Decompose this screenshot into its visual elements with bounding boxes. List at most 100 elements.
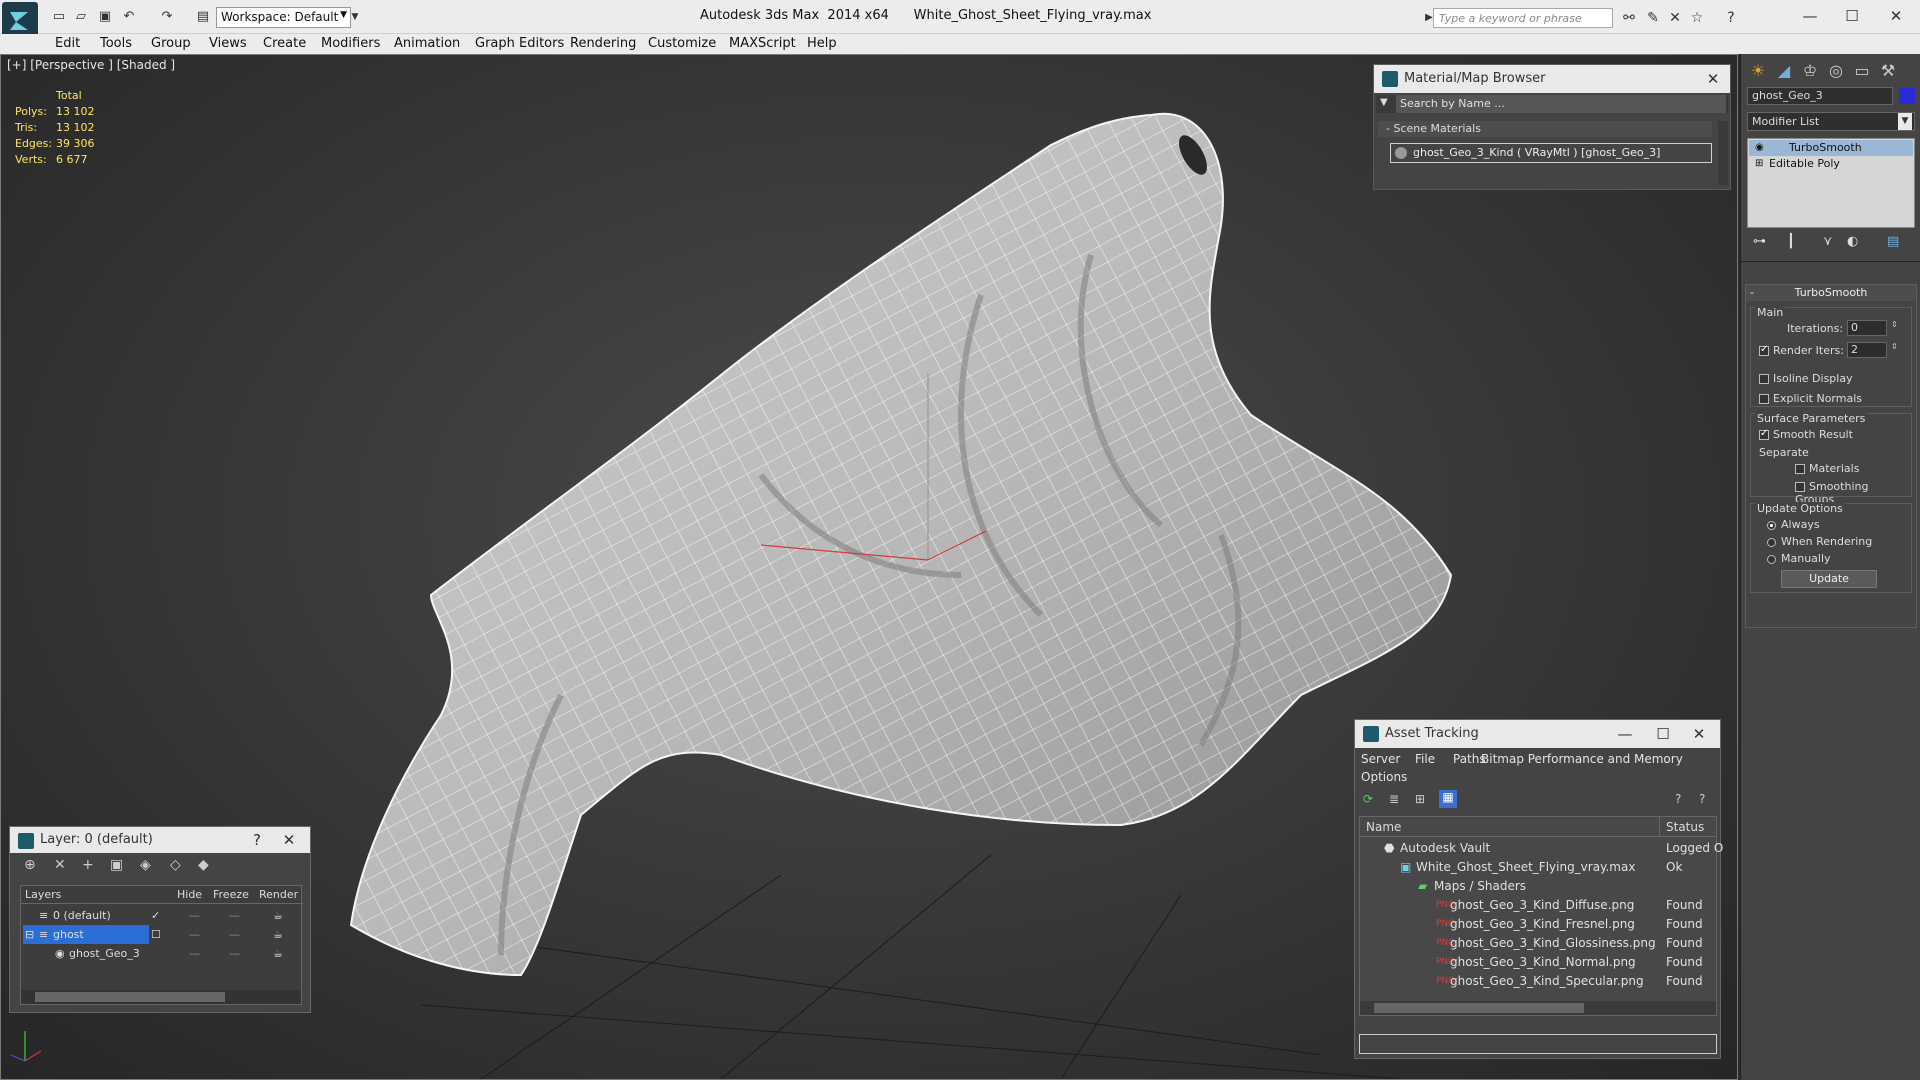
communication-center-icon[interactable]: ✎ [1644, 9, 1662, 27]
chevron-down-icon[interactable]: ▼ [1380, 97, 1388, 108]
tree-view-icon[interactable]: ⊞ [1415, 792, 1429, 806]
modify-tab-icon[interactable]: ◢ [1771, 58, 1797, 84]
bulb-icon[interactable]: ◉ [1755, 140, 1764, 156]
smooth-result-row[interactable]: Smooth Result [1759, 428, 1853, 441]
redo-icon[interactable]: ↷ [158, 8, 176, 26]
highlight-layer-icon[interactable]: ◈ [140, 857, 151, 873]
manually-row[interactable]: Manually [1767, 552, 1831, 565]
table-row[interactable]: PNG ghost_Geo_3_Kind_Fresnel.png Found [1360, 915, 1716, 934]
render-teapot-icon[interactable]: ☕ [273, 906, 283, 925]
col-render[interactable]: Render [259, 886, 298, 904]
render-teapot-icon[interactable]: ☕ [273, 944, 283, 963]
table-row[interactable]: PNG ghost_Geo_3_Kind_Glossiness.png Foun… [1360, 934, 1716, 953]
at-menu-file[interactable]: File [1415, 752, 1435, 766]
open-file-icon[interactable]: ▱ [72, 8, 90, 26]
list-view-icon[interactable]: ≣ [1389, 792, 1403, 806]
help-icon[interactable]: ? [1675, 792, 1681, 806]
quick-access-dropdown-icon[interactable]: ▼ [346, 8, 364, 26]
rollout-header[interactable]: - TurboSmooth [1746, 285, 1916, 301]
spinner-arrows-icon[interactable]: ⇕ [1891, 320, 1898, 329]
material-search-input[interactable]: Search by Name ... [1396, 95, 1726, 113]
at-menu-server[interactable]: Server [1361, 752, 1400, 766]
show-end-result-icon[interactable]: ┃ [1787, 234, 1795, 249]
scrollbar-thumb[interactable] [35, 992, 225, 1002]
asset-tracking-titlebar[interactable]: Asset Tracking — ☐ ✕ [1355, 720, 1720, 748]
col-name[interactable]: Name [1360, 817, 1660, 837]
expand-icon[interactable]: ⊟ [25, 925, 34, 944]
render-iters-input[interactable]: 2 [1847, 342, 1887, 358]
explicit-checkbox[interactable] [1759, 394, 1769, 404]
scene-materials-header[interactable]: - Scene Materials [1378, 121, 1712, 137]
col-layers[interactable]: Layers [25, 886, 61, 904]
minimize-icon[interactable]: — [1612, 720, 1638, 748]
table-row[interactable]: PNG ghost_Geo_3_Kind_Normal.png Found [1360, 953, 1716, 972]
expand-icon[interactable]: ⊞ [1755, 156, 1763, 172]
hide-all-icon[interactable]: ◇ [170, 857, 181, 873]
manually-radio[interactable] [1767, 554, 1776, 564]
material-browser-titlebar[interactable]: Material/Map Browser ✕ [1374, 65, 1730, 93]
freeze-toggle[interactable]: — [229, 906, 240, 925]
update-button[interactable]: Update [1781, 570, 1877, 588]
menu-rendering[interactable]: Rendering [570, 34, 636, 54]
active-check-icon[interactable]: ✓ [151, 906, 160, 925]
table-view-icon[interactable]: ▦ [1439, 790, 1457, 808]
hide-toggle[interactable]: — [189, 925, 200, 944]
close-window-icon[interactable]: ✕ [1876, 4, 1916, 28]
close-icon[interactable]: ✕ [1686, 720, 1712, 748]
hide-toggle[interactable]: — [189, 906, 200, 925]
materials-row[interactable]: Materials [1795, 462, 1859, 475]
layer-panel-titlebar[interactable]: Layer: 0 (default) ? ✕ [10, 827, 310, 853]
horizontal-scrollbar[interactable] [21, 990, 301, 1004]
project-folder-icon[interactable]: ▤ [194, 8, 212, 26]
object-name-field[interactable]: ghost_Geo_3 [1747, 87, 1893, 105]
select-objects-icon[interactable]: ▣ [110, 857, 123, 873]
new-layer-icon[interactable]: ⊕ [24, 857, 36, 873]
explicit-row[interactable]: Explicit Normals [1759, 392, 1862, 405]
when-rendering-radio[interactable] [1767, 537, 1776, 547]
menu-maxscript[interactable]: MAXScript [729, 34, 796, 54]
workspace-dropdown[interactable]: Workspace: Default ▼ [216, 7, 351, 28]
close-icon[interactable]: ✕ [276, 827, 302, 853]
menu-graph-editors[interactable]: Graph Editors [475, 34, 564, 54]
col-hide[interactable]: Hide [177, 886, 202, 904]
stack-item-editable-poly[interactable]: ⊞ Editable Poly [1749, 156, 1913, 172]
utilities-tab-icon[interactable]: ⚒ [1875, 58, 1901, 84]
minimize-icon[interactable]: — [1790, 4, 1830, 28]
modifier-list-dropdown[interactable]: Modifier List ▼ [1747, 112, 1915, 131]
help-icon[interactable]: ? [244, 827, 270, 853]
maximize-icon[interactable]: ☐ [1650, 720, 1676, 748]
at-menu-options[interactable]: Options [1361, 770, 1407, 784]
menu-modifiers[interactable]: Modifiers [321, 34, 380, 54]
binoculars-icon[interactable]: ⚯ [1620, 9, 1638, 27]
menu-group[interactable]: Group [151, 34, 191, 54]
table-row[interactable]: ⬣ Autodesk Vault Logged O [1360, 839, 1723, 858]
context-help-icon[interactable]: ? [1699, 792, 1705, 806]
smoothing-groups-checkbox[interactable] [1795, 482, 1805, 492]
new-file-icon[interactable]: ▭ [50, 8, 68, 26]
freeze-toggle[interactable]: — [229, 925, 240, 944]
col-freeze[interactable]: Freeze [213, 886, 249, 904]
menu-animation[interactable]: Animation [394, 34, 460, 54]
table-row[interactable]: ▰ Maps / Shaders [1360, 877, 1716, 896]
layer-row[interactable]: ◉ ghost_Geo_3 — — ☕ [21, 944, 301, 963]
col-status[interactable]: Status [1660, 817, 1716, 837]
favorites-icon[interactable]: ✕ [1666, 9, 1684, 27]
save-file-icon[interactable]: ▣ [96, 8, 114, 26]
freeze-all-icon[interactable]: ◆ [198, 857, 209, 873]
scrollbar-thumb[interactable] [1374, 1003, 1584, 1013]
always-row[interactable]: Always [1767, 518, 1820, 531]
motion-tab-icon[interactable]: ◎ [1823, 58, 1849, 84]
menu-help[interactable]: Help [807, 34, 837, 54]
render-iters-checkbox[interactable] [1759, 344, 1769, 356]
table-row[interactable]: PNG ghost_Geo_3_Kind_Diffuse.png Found [1360, 896, 1716, 915]
delete-layer-icon[interactable]: ✕ [54, 857, 66, 873]
isoline-row[interactable]: Isoline Display [1759, 372, 1853, 385]
menu-edit[interactable]: Edit [55, 34, 80, 54]
refresh-icon[interactable]: ⟳ [1363, 792, 1377, 806]
layer-row[interactable]: ≡ 0 (default) ✓ — — ☕ [21, 906, 301, 925]
menu-views[interactable]: Views [209, 34, 247, 54]
star-icon[interactable]: ☆ [1688, 9, 1706, 27]
render-iters-row[interactable]: Render Iters: [1759, 344, 1844, 357]
material-scrollbar[interactable] [1718, 121, 1728, 185]
menu-customize[interactable]: Customize [648, 34, 716, 54]
